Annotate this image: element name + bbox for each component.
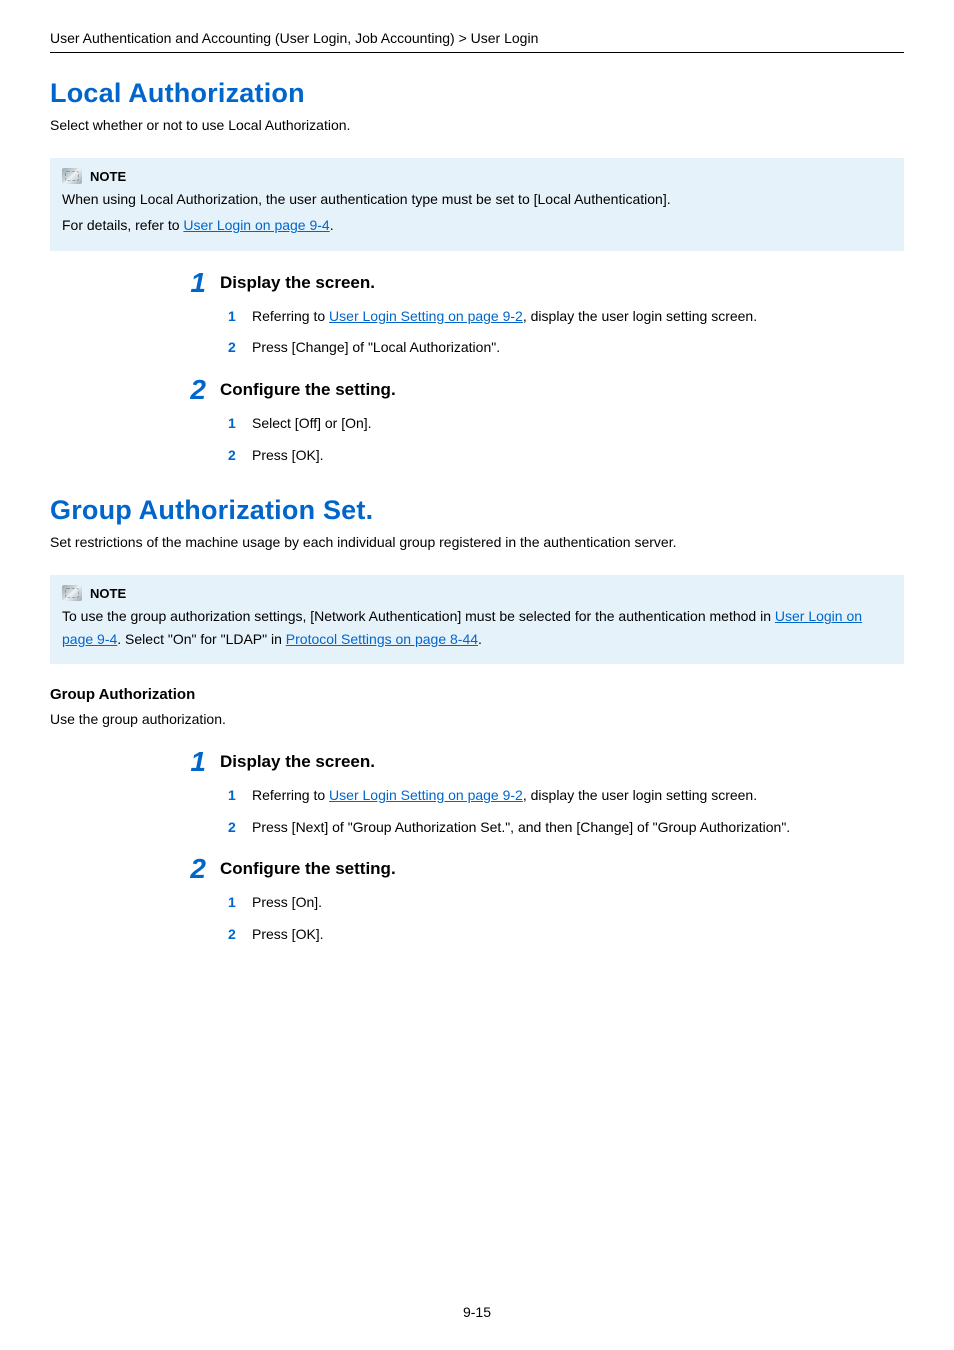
- section-heading-local-authorization: Local Authorization: [50, 78, 904, 109]
- sub1-pre: Referring to: [252, 308, 329, 324]
- substep-text: Select [Off] or [On].: [252, 414, 372, 434]
- s2-substep-2-2: 2 Press [OK].: [228, 925, 904, 945]
- note-icon: [62, 168, 82, 184]
- substep-text: Referring to User Login Setting on page …: [252, 786, 757, 806]
- note-box-1: NOTE When using Local Authorization, the…: [50, 158, 904, 251]
- s2-sub1-pre: Referring to: [252, 787, 329, 803]
- section1-intro: Select whether or not to use Local Autho…: [50, 115, 904, 136]
- s2-step2-substeps: 1 Press [On]. 2 Press [OK].: [228, 893, 904, 944]
- page-number: 9-15: [0, 1304, 954, 1320]
- breadcrumb: User Authentication and Accounting (User…: [50, 30, 904, 53]
- link-user-login-9-4[interactable]: User Login on page 9-4: [183, 217, 329, 233]
- note2-line1: To use the group authorization settings,…: [62, 605, 892, 650]
- section1-steps: 1 Display the screen. 1 Referring to Use…: [180, 269, 904, 465]
- step2-number: 2: [180, 376, 206, 404]
- step1-row: 1 Display the screen.: [180, 269, 904, 297]
- section-heading-group-authorization-set: Group Authorization Set.: [50, 495, 904, 526]
- step2-title: Configure the setting.: [220, 380, 396, 400]
- note-label: NOTE: [90, 586, 126, 601]
- substep-num: 1: [228, 307, 242, 327]
- step1-title: Display the screen.: [220, 273, 375, 293]
- link-user-login-setting-9-2[interactable]: User Login Setting on page 9-2: [329, 308, 523, 324]
- substep-num: 2: [228, 338, 242, 358]
- substep-1-1: 1 Referring to User Login Setting on pag…: [228, 307, 904, 327]
- sub1-post: , display the user login setting screen.: [523, 308, 757, 324]
- note1-line2: For details, refer to User Login on page…: [62, 214, 892, 236]
- step2-substeps: 1 Select [Off] or [On]. 2 Press [OK].: [228, 414, 904, 465]
- substep-num: 2: [228, 925, 242, 945]
- substep-text: Press [Next] of "Group Authorization Set…: [252, 818, 790, 838]
- substep-2-1: 1 Select [Off] or [On].: [228, 414, 904, 434]
- note1-line2-pre: For details, refer to: [62, 217, 183, 233]
- s2-substep-1-2: 2 Press [Next] of "Group Authorization S…: [228, 818, 904, 838]
- s2-substep-2-1: 1 Press [On].: [228, 893, 904, 913]
- substep-num: 1: [228, 786, 242, 806]
- note-icon: [62, 585, 82, 601]
- substep-num: 2: [228, 818, 242, 838]
- page-container: User Authentication and Accounting (User…: [0, 0, 954, 1350]
- section2-intro: Set restrictions of the machine usage by…: [50, 532, 904, 553]
- step1-number: 1: [180, 269, 206, 297]
- section2-subintro: Use the group authorization.: [50, 709, 904, 730]
- s2-step1-number: 1: [180, 748, 206, 776]
- s2-step2-number: 2: [180, 855, 206, 883]
- s2-step1-title: Display the screen.: [220, 752, 375, 772]
- s2-step2-row: 2 Configure the setting.: [180, 855, 904, 883]
- step2-row: 2 Configure the setting.: [180, 376, 904, 404]
- substep-num: 1: [228, 414, 242, 434]
- substep-num: 2: [228, 446, 242, 466]
- s2-step2-title: Configure the setting.: [220, 859, 396, 879]
- section2-steps: 1 Display the screen. 1 Referring to Use…: [180, 748, 904, 944]
- note-header: NOTE: [62, 585, 892, 601]
- s2-sub1-post: , display the user login setting screen.: [523, 787, 757, 803]
- substep-text: Press [Change] of "Local Authorization".: [252, 338, 500, 358]
- link-protocol-settings-8-44[interactable]: Protocol Settings on page 8-44: [286, 631, 478, 647]
- substep-num: 1: [228, 893, 242, 913]
- note-header: NOTE: [62, 168, 892, 184]
- note1-line2-post: .: [330, 217, 334, 233]
- s2-step1-row: 1 Display the screen.: [180, 748, 904, 776]
- note-label: NOTE: [90, 169, 126, 184]
- note-box-2: NOTE To use the group authorization sett…: [50, 575, 904, 664]
- note2-pre: To use the group authorization settings,…: [62, 608, 775, 624]
- substep-text: Press [OK].: [252, 925, 324, 945]
- link-user-login-setting-9-2-b[interactable]: User Login Setting on page 9-2: [329, 787, 523, 803]
- note2-mid: . Select "On" for "LDAP" in: [117, 631, 286, 647]
- note1-line1: When using Local Authorization, the user…: [62, 188, 892, 210]
- substep-text: Press [On].: [252, 893, 322, 913]
- s2-substep-1-1: 1 Referring to User Login Setting on pag…: [228, 786, 904, 806]
- substep-text: Press [OK].: [252, 446, 324, 466]
- substep-1-2: 2 Press [Change] of "Local Authorization…: [228, 338, 904, 358]
- s2-step1-substeps: 1 Referring to User Login Setting on pag…: [228, 786, 904, 837]
- subheader-group-authorization: Group Authorization: [50, 686, 904, 703]
- substep-text: Referring to User Login Setting on page …: [252, 307, 757, 327]
- step1-substeps: 1 Referring to User Login Setting on pag…: [228, 307, 904, 358]
- substep-2-2: 2 Press [OK].: [228, 446, 904, 466]
- note2-post: .: [478, 631, 482, 647]
